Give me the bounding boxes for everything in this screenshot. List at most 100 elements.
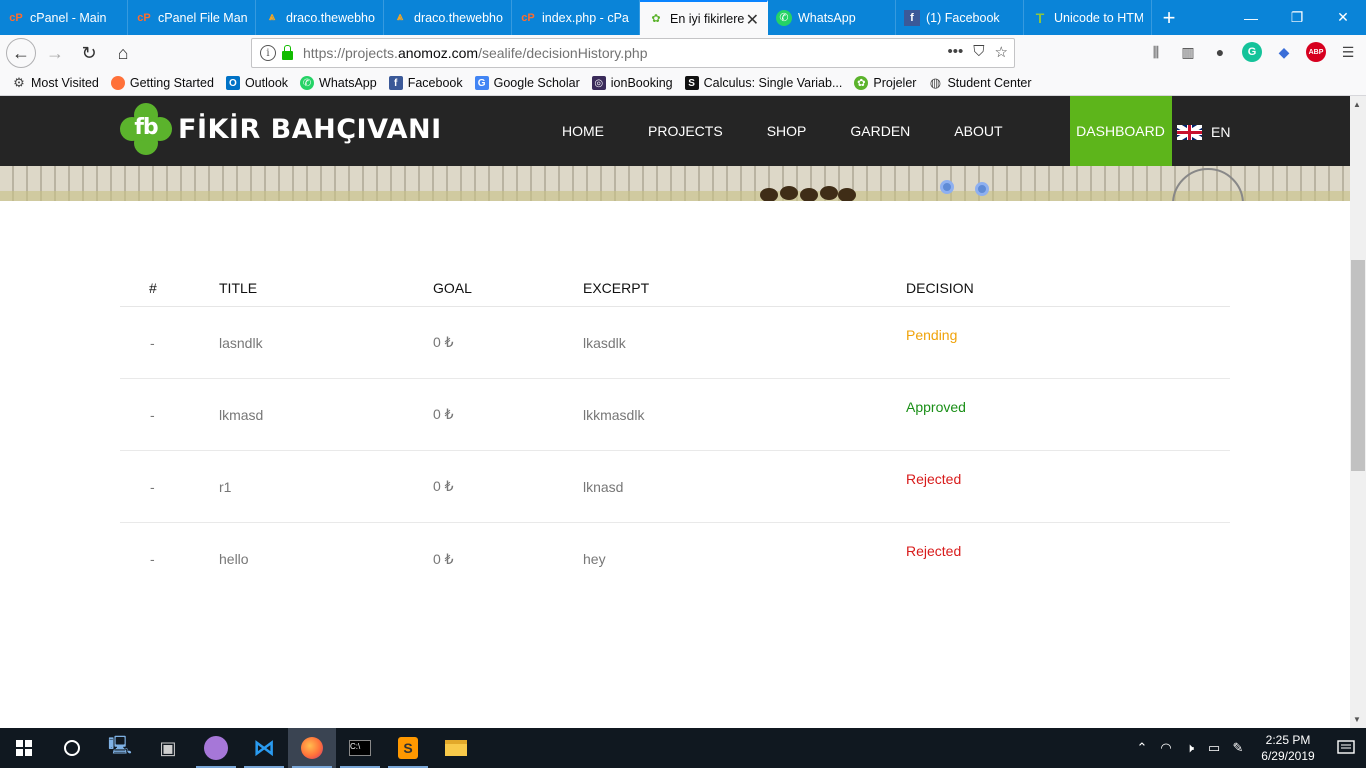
taskbar-vscode[interactable]: ⋈ (240, 728, 288, 768)
table-row: - lasndlk 0 ₺ lkasdlk Pending (120, 307, 1230, 379)
bookmark-star-icon[interactable]: ☆ (995, 43, 1008, 61)
tab-cpanel-file-manager[interactable]: cP cPanel File Mana (128, 0, 256, 35)
battery-icon[interactable]: ▭ (1202, 740, 1226, 756)
new-tab-button[interactable]: + (1152, 0, 1186, 35)
chevron-up-icon[interactable]: ⌃ (1130, 740, 1154, 756)
nav-garden[interactable]: GARDEN (828, 96, 932, 166)
nav-dashboard[interactable]: DASHBOARD (1069, 96, 1172, 166)
reload-button[interactable]: ↻ (74, 38, 104, 68)
webhost-icon: ⩓ (268, 11, 276, 23)
tab-index-php[interactable]: cP index.php - cPa (512, 0, 640, 35)
minimize-icon[interactable]: — (1228, 0, 1274, 35)
site-logo[interactable]: fb FİKİR BAHÇIVANI (120, 103, 442, 155)
pen-icon[interactable]: ✎ (1226, 740, 1250, 756)
browser-tabstrip: cP cPanel - Main cP cPanel File Mana ⩓ d… (0, 0, 1366, 35)
outlook-icon: O (225, 76, 240, 90)
col-title-header: TITLE (219, 280, 258, 296)
col-goal-header: GOAL (433, 280, 472, 296)
tab-cpanel-main[interactable]: cP cPanel - Main (0, 0, 128, 35)
lock-icon[interactable] (282, 44, 293, 60)
taskbar-explorer[interactable] (432, 728, 480, 768)
nav-about[interactable]: ABOUT (932, 96, 1024, 166)
col-decision-header: DECISION (906, 280, 974, 296)
whatsapp-icon: ✆ (776, 9, 792, 26)
bookmark-google-scholar[interactable]: G Google Scholar (474, 76, 580, 90)
back-button[interactable]: ← (6, 38, 36, 68)
bookmark-ionbooking[interactable]: ◎ ionBooking (591, 76, 673, 90)
taskbar-this-pc[interactable]: 🖳 (96, 728, 144, 768)
bookmark-projeler[interactable]: ✿ Projeler (854, 76, 916, 90)
bookmark-calculus[interactable]: S Calculus: Single Variab... (684, 76, 842, 90)
page-actions-icon[interactable]: ••• (948, 43, 964, 61)
system-tray: ⌃ ◠ 🕨 ▭ ✎ 2:25 PM 6/29/2019 (1130, 728, 1366, 768)
firefox-icon (110, 76, 125, 90)
clover-logo-icon: fb (120, 103, 172, 155)
adblock-icon[interactable]: ABP (1306, 42, 1326, 62)
whatsapp-icon: ✆ (300, 76, 315, 90)
col-number-header: # (149, 280, 157, 296)
grammarly-icon[interactable]: G (1242, 42, 1262, 62)
taskbar-clock[interactable]: 2:25 PM 6/29/2019 (1250, 732, 1326, 764)
start-button[interactable] (0, 728, 48, 768)
bookmark-getting-started[interactable]: Getting Started (110, 76, 214, 90)
nav-projects[interactable]: PROJECTS (626, 96, 745, 166)
scroll-down-icon[interactable]: ▼ (1353, 715, 1361, 724)
pocket-icon[interactable]: ⛉ (973, 43, 984, 61)
search-button[interactable] (48, 728, 96, 768)
table-header: # TITLE GOAL EXCERPT DECISION (120, 270, 1230, 307)
library-icon[interactable]: ⫼ (1146, 42, 1166, 62)
page-scrollbar[interactable]: ▲ ▼ (1350, 96, 1366, 728)
notification-icon[interactable] (1326, 740, 1366, 756)
extension-icon[interactable]: ◆ (1274, 42, 1294, 62)
taskbar-firefox[interactable] (288, 728, 336, 768)
nav-home[interactable]: HOME (540, 96, 626, 166)
facebook-icon: f (904, 9, 920, 26)
table-row: - lkmasd 0 ₺ lkkmasdlk Approved (120, 379, 1230, 451)
table-row: - hello 0 ₺ hey Rejected (120, 523, 1230, 595)
bookmark-whatsapp[interactable]: ✆ WhatsApp (300, 76, 377, 90)
url-text[interactable]: https://projects.anomoz.com/sealife/deci… (303, 45, 647, 61)
photos-icon: ▣ (159, 737, 177, 758)
tab-unicode[interactable]: T Unicode to HTM (1024, 0, 1152, 35)
restore-icon[interactable]: ❐ (1274, 0, 1320, 35)
computer-icon: 🖳 (107, 735, 132, 755)
forward-button[interactable]: → (40, 38, 70, 68)
tab-whatsapp[interactable]: ✆ WhatsApp (768, 0, 896, 35)
wifi-icon[interactable]: ◠ (1154, 740, 1178, 756)
cpanel-icon: cP (137, 11, 151, 24)
taskbar-sublime[interactable]: S (384, 728, 432, 768)
row-title: r1 (219, 478, 232, 495)
site-header: fb FİKİR BAHÇIVANI HOME PROJECTS SHOP GA… (0, 96, 1350, 166)
scrollbar-thumb[interactable] (1351, 260, 1365, 471)
volume-mute-icon[interactable]: 🕨 (1178, 740, 1202, 756)
globe-icon: ◍ (929, 75, 942, 90)
tab-active-fikir[interactable]: ✿ En iyi fikirlere ✕ (640, 0, 768, 35)
account-icon[interactable]: ● (1210, 42, 1230, 62)
tab-facebook[interactable]: f (1) Facebook (896, 0, 1024, 35)
info-icon[interactable]: i (260, 45, 276, 61)
close-icon[interactable]: ✕ (746, 10, 759, 30)
sidebar-icon[interactable]: ▥ (1178, 42, 1198, 62)
url-bar[interactable]: i https://projects.anomoz.com/sealife/de… (251, 38, 1015, 68)
home-button[interactable]: ⌂ (108, 38, 138, 68)
taskbar-photos[interactable]: ▣ (144, 728, 192, 768)
taskbar-terminal[interactable]: C:\ (336, 728, 384, 768)
tab-draco-1[interactable]: ⩓ draco.thewebho (256, 0, 384, 35)
scroll-up-icon[interactable]: ▲ (1353, 100, 1361, 109)
bookmark-outlook[interactable]: O Outlook (225, 76, 288, 90)
language-switcher[interactable]: EN (1177, 124, 1230, 140)
bookmark-most-visited[interactable]: ⚙ Most Visited (12, 75, 99, 90)
taskbar-github[interactable] (192, 728, 240, 768)
tab-draco-2[interactable]: ⩓ draco.thewebho (384, 0, 512, 35)
clover-icon: ✿ (651, 13, 661, 25)
row-goal: 0 ₺ (433, 478, 454, 494)
brand-name: FİKİR BAHÇIVANI (178, 113, 442, 145)
close-window-icon[interactable]: ✕ (1320, 0, 1366, 35)
firefox-icon (301, 737, 323, 759)
row-excerpt: lkkmasdlk (583, 406, 645, 423)
bookmark-student-center[interactable]: ◍ Student Center (928, 75, 1032, 90)
bookmark-facebook[interactable]: f Facebook (388, 76, 463, 90)
nav-shop[interactable]: SHOP (745, 96, 829, 166)
menu-icon[interactable]: ☰ (1338, 42, 1358, 62)
row-title: hello (219, 551, 249, 567)
